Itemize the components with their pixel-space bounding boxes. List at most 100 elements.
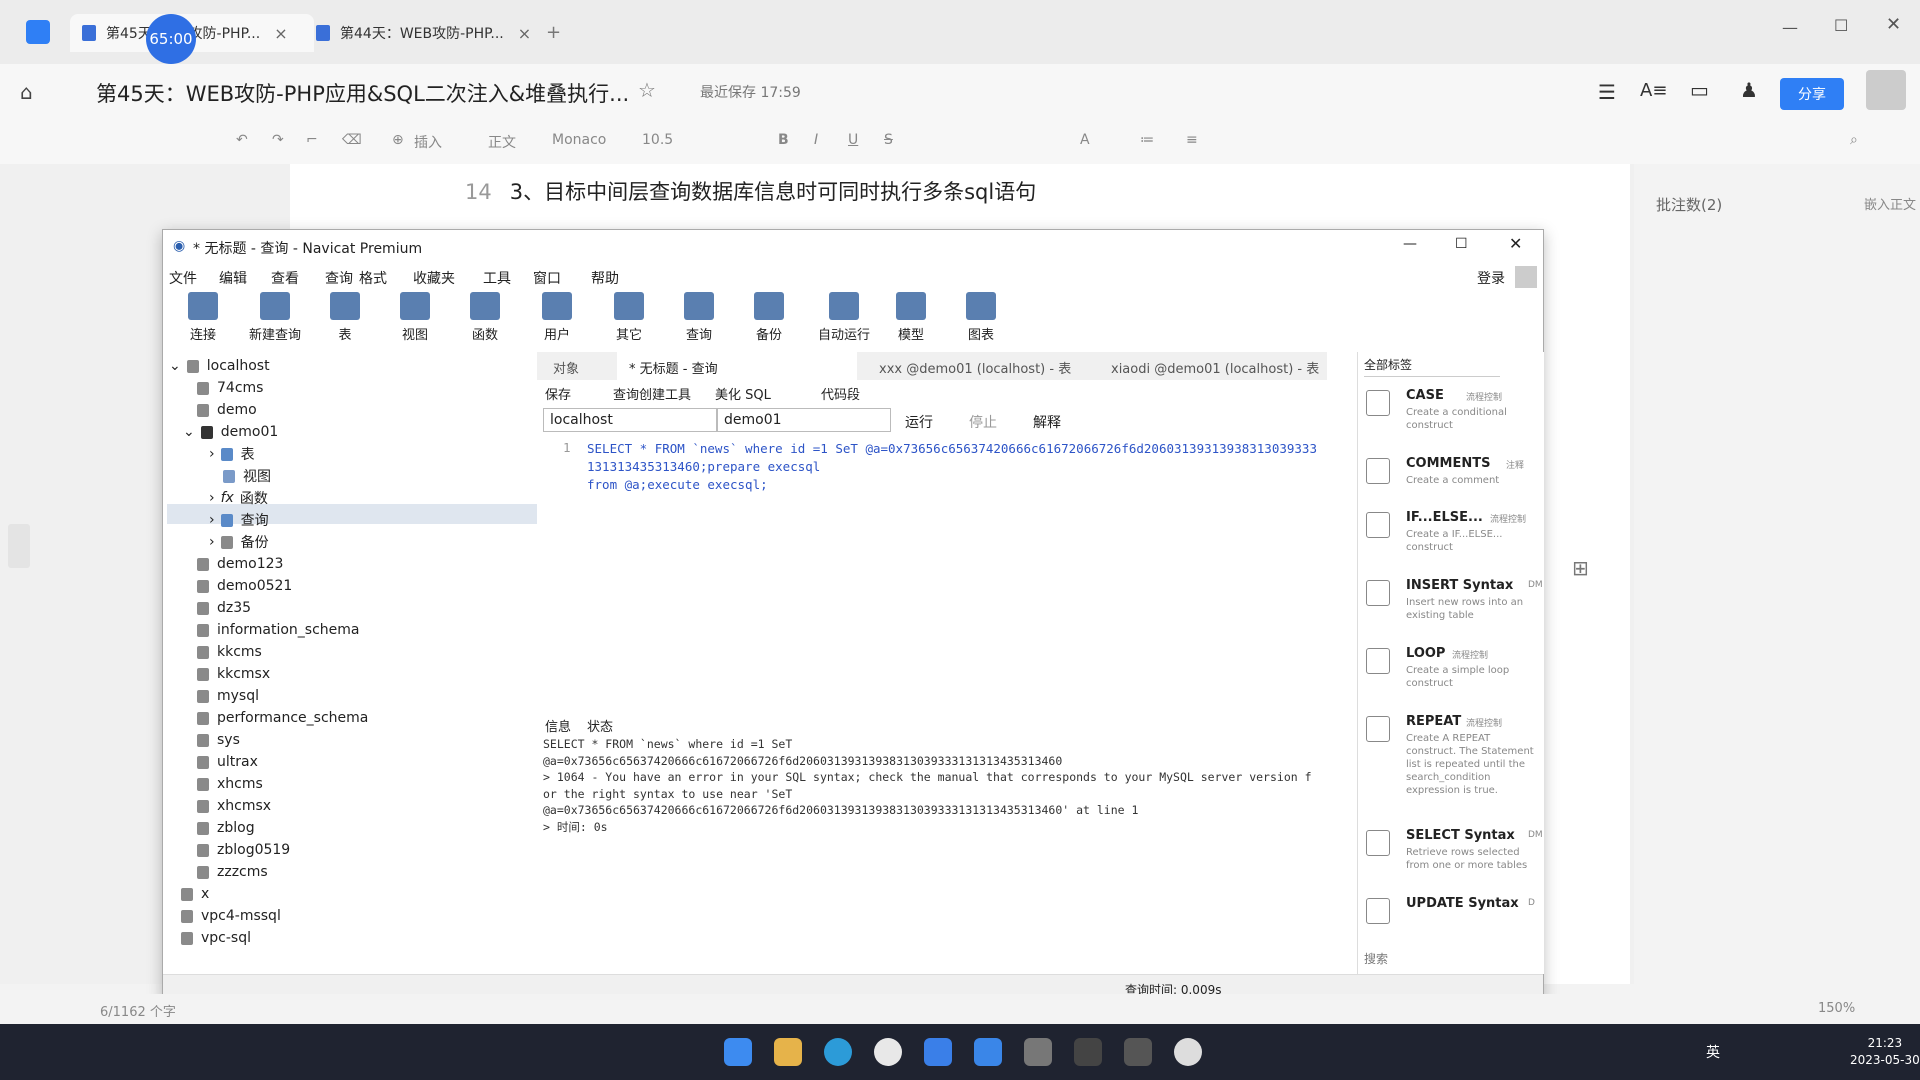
app-logo-icon[interactable] (26, 20, 50, 44)
collaborator-icon[interactable]: ♟ (1740, 78, 1758, 102)
edge-icon[interactable] (824, 1038, 852, 1066)
maximize-icon[interactable]: ☐ (1455, 236, 1468, 252)
strikethrough-icon[interactable]: S (884, 132, 893, 148)
menu-edit[interactable]: 编辑 (219, 268, 247, 288)
chart-button[interactable]: 图表 (951, 290, 1011, 343)
maximize-icon[interactable]: ☐ (1834, 16, 1848, 35)
tree-db[interactable]: information_schema (197, 620, 360, 640)
comment-count[interactable]: 批注数(2) (1656, 194, 1722, 215)
menu-window[interactable]: 窗口 (533, 268, 561, 288)
tree-db[interactable]: zzzcms (197, 862, 268, 882)
explain-button[interactable]: 解释 (1033, 412, 1061, 432)
query-button[interactable]: 查询 (669, 290, 729, 343)
menu-icon[interactable]: ☰ (1598, 80, 1616, 104)
meeting-app-icon[interactable] (974, 1038, 1002, 1066)
menu-format[interactable]: 格式 (359, 268, 387, 288)
outline-toggle[interactable] (8, 524, 30, 568)
home-icon[interactable]: ⌂ (20, 80, 33, 104)
underline-icon[interactable]: U (848, 132, 858, 148)
timer-badge[interactable]: 65:00 (146, 14, 196, 64)
tree-db[interactable]: kkcmsx (197, 664, 270, 684)
font-color-icon[interactable]: A (1080, 132, 1090, 148)
eraser-icon[interactable]: ⌫ (342, 132, 362, 148)
tree-db[interactable]: ultrax (197, 752, 258, 772)
tree-db[interactable]: xhcms (197, 774, 263, 794)
italic-icon[interactable]: I (814, 132, 818, 148)
docs-app-icon[interactable] (924, 1038, 952, 1066)
search-icon[interactable]: ⌕ (1850, 132, 1858, 148)
tree-db[interactable]: mysql (197, 686, 259, 706)
star-icon[interactable]: ☆ (638, 78, 656, 102)
font-select[interactable]: Monaco (552, 132, 606, 148)
app-icon[interactable] (1174, 1038, 1202, 1066)
snippet-filter[interactable]: 全部标签 (1364, 356, 1500, 377)
tree-functions[interactable]: › fx 函数 (209, 488, 268, 508)
sql-code[interactable]: SELECT * FROM `news` where id =1 SeT @a=… (587, 440, 1317, 494)
automation-button[interactable]: 自动运行 (809, 290, 879, 343)
other-button[interactable]: 其它 (599, 290, 659, 343)
close-icon[interactable]: × (274, 24, 287, 43)
backup-button[interactable]: 备份 (739, 290, 799, 343)
redo-icon[interactable]: ↷ (272, 132, 284, 148)
word-count[interactable]: 6/1162 个字 (100, 1001, 176, 1020)
menu-query[interactable]: 查询 (325, 268, 353, 288)
system-clock[interactable]: 21:23 2023-05-30 (1850, 1035, 1920, 1069)
tree-backups[interactable]: › 备份 (209, 532, 269, 552)
numbered-list-icon[interactable]: ≡ (1186, 132, 1198, 148)
tree-db[interactable]: performance_schema (197, 708, 368, 728)
start-icon[interactable] (724, 1038, 752, 1066)
embed-toggle[interactable]: 嵌入正文 (1864, 194, 1916, 213)
close-window-icon[interactable]: ✕ (1886, 14, 1901, 35)
share-button[interactable]: 分享 (1780, 78, 1844, 110)
tree-connection[interactable]: vpc4-mssql (181, 906, 281, 926)
present-icon[interactable]: ▭ (1690, 78, 1709, 102)
menu-file[interactable]: 文件 (169, 268, 197, 288)
sql-editor[interactable]: 1 SELECT * FROM `news` where id =1 SeT @… (537, 436, 1327, 926)
minimize-icon[interactable]: — (1782, 18, 1798, 37)
query-builder-button[interactable]: 查询创建工具 (613, 384, 691, 403)
tab-table-xiaodi[interactable]: xiaodi @demo01 (localhost) - 表 (1111, 358, 1319, 377)
tree-queries[interactable]: › 查询 (209, 510, 269, 530)
tab-info[interactable]: 信息 (545, 716, 571, 735)
font-size-select[interactable]: 10.5 (642, 132, 673, 148)
model-button[interactable]: 模型 (881, 290, 941, 343)
snippet-button[interactable]: 代码段 (821, 384, 860, 403)
user-button[interactable]: 用户 (527, 290, 587, 343)
text-size-icon[interactable]: A≡ (1640, 80, 1667, 101)
style-select[interactable]: 正文 (488, 132, 516, 152)
tree-db[interactable]: kkcms (197, 642, 262, 662)
terminal-icon[interactable] (1024, 1038, 1052, 1066)
tree-db[interactable]: dz35 (197, 598, 251, 618)
file-explorer-icon[interactable] (774, 1038, 802, 1066)
tree-db[interactable]: sys (197, 730, 240, 750)
insert-icon[interactable]: ⊕ (392, 132, 404, 148)
tree-db[interactable]: 74cms (197, 378, 263, 398)
tree-connection[interactable]: vpc-sql (181, 928, 251, 948)
table-button[interactable]: 表 (315, 290, 375, 343)
tab-objects[interactable]: 对象 (553, 358, 579, 377)
beautify-sql-button[interactable]: 美化 SQL (715, 384, 771, 403)
tab-status[interactable]: 状态 (587, 716, 613, 735)
minimize-icon[interactable]: — (1403, 236, 1417, 252)
save-button[interactable]: 保存 (545, 384, 571, 403)
add-comment-icon[interactable]: ⊞ (1572, 556, 1589, 580)
tree-connection[interactable]: ⌄ localhost (169, 356, 270, 376)
function-button[interactable]: 函数 (455, 290, 515, 343)
insert-button[interactable]: 插入 (414, 132, 442, 152)
tab-query[interactable]: * 无标题 - 查询 (629, 358, 718, 377)
chrome-icon[interactable] (874, 1038, 902, 1066)
menu-tools[interactable]: 工具 (483, 268, 511, 288)
tree-db[interactable]: demo0521 (197, 576, 292, 596)
input-language[interactable]: 英 (1706, 1042, 1720, 1062)
user-avatar-icon[interactable] (1515, 266, 1537, 288)
login-link[interactable]: 登录 (1477, 268, 1505, 288)
tree-db[interactable]: demo123 (197, 554, 283, 574)
zoom-level[interactable]: 150% (1818, 1001, 1855, 1016)
snippet-search[interactable]: 搜索 (1364, 950, 1388, 967)
close-icon[interactable]: × (518, 24, 531, 43)
tab-table-xxx[interactable]: xxx @demo01 (localhost) - 表 (879, 358, 1071, 377)
navicat-taskbar-icon[interactable] (1124, 1038, 1152, 1066)
new-tab-icon[interactable]: + (546, 22, 561, 43)
bullet-list-icon[interactable]: ≔ (1140, 132, 1154, 148)
stop-button[interactable]: 停止 (969, 412, 997, 432)
